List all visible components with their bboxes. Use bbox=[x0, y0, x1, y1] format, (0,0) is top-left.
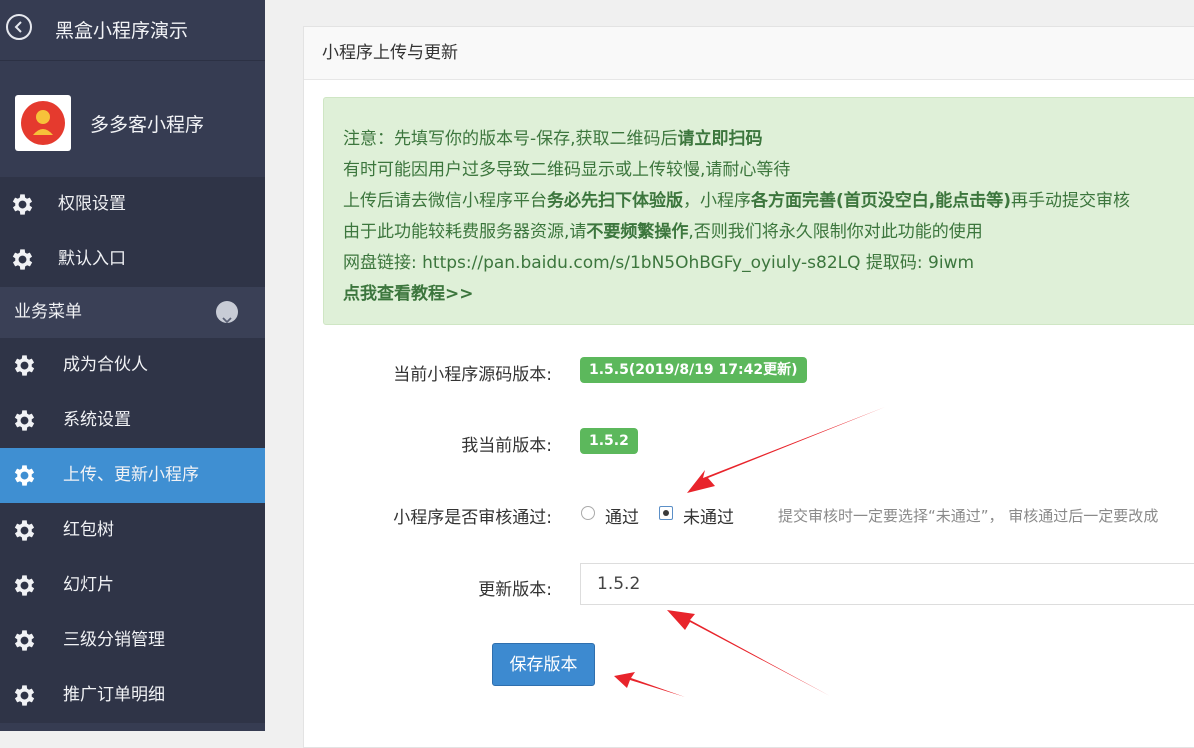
sidebar-item-label: 权限设置 bbox=[58, 194, 126, 214]
sidebar-group-business[interactable]: 业务菜单 bbox=[0, 287, 265, 338]
notice-line: 有时可能因用户过多导致二维码显示或上传较慢,请耐心等待 bbox=[343, 160, 791, 180]
audit-hint: 提交审核时一定要选择“未通过”， 审核通过后一定要改成 bbox=[778, 507, 1159, 525]
sidebar-group-label: 业务菜单 bbox=[14, 302, 82, 322]
audit-pass-label[interactable]: 通过 bbox=[605, 503, 639, 528]
netdisk-link[interactable]: 网盘链接: https://pan.baidu.com/s/1bN5OhBGFy… bbox=[343, 248, 974, 273]
panel-title: 小程序上传与更新 bbox=[304, 27, 1194, 80]
gear-icon bbox=[14, 685, 35, 706]
sidebar: 黑盒小程序演示 多多客小程序 权限设置 默认入口 业务菜单 成为合伙人 系统设置… bbox=[0, 0, 265, 731]
source-version-label: 当前小程序源码版本: bbox=[393, 365, 552, 385]
sidebar-item-partner[interactable]: 成为合伙人 bbox=[0, 338, 265, 393]
gear-icon bbox=[14, 410, 35, 431]
back-icon[interactable] bbox=[6, 14, 32, 40]
sidebar-item-label: 推广订单明细 bbox=[63, 685, 165, 705]
sidebar-item-upload-update[interactable]: 上传、更新小程序 bbox=[0, 448, 265, 503]
sidebar-item-system-settings[interactable]: 系统设置 bbox=[0, 393, 265, 448]
gear-icon bbox=[14, 575, 35, 596]
gear-icon bbox=[12, 249, 33, 270]
my-version-badge: 1.5.2 bbox=[580, 428, 638, 454]
update-version-label: 更新版本: bbox=[478, 580, 552, 600]
shop-logo bbox=[15, 95, 71, 151]
sidebar-item-label: 幻灯片 bbox=[63, 575, 114, 595]
notice-box: 注意：先填写你的版本号-保存,获取二维码后请立即扫码 有时可能因用户过多导致二维… bbox=[323, 97, 1194, 325]
save-version-button[interactable]: 保存版本 bbox=[492, 643, 595, 686]
audit-fail-label[interactable]: 未通过 bbox=[683, 503, 734, 528]
sidebar-item-label: 系统设置 bbox=[63, 410, 131, 430]
audit-fail-radio[interactable] bbox=[659, 506, 673, 520]
sidebar-item-label: 红包树 bbox=[63, 520, 114, 540]
audit-label: 小程序是否审核通过: bbox=[393, 508, 552, 528]
sidebar-item-permissions[interactable]: 权限设置 bbox=[0, 177, 265, 232]
audit-pass-radio[interactable] bbox=[581, 506, 595, 520]
chevron-down-icon bbox=[216, 301, 238, 324]
gear-icon bbox=[14, 630, 35, 651]
sidebar-item-red-packet-tree[interactable]: 红包树 bbox=[0, 503, 265, 558]
gear-icon bbox=[14, 520, 35, 541]
app-header: 黑盒小程序演示 bbox=[0, 0, 265, 61]
app-title: 黑盒小程序演示 bbox=[55, 20, 189, 42]
sidebar-item-promo-orders[interactable]: 推广订单明细 bbox=[0, 668, 265, 723]
sidebar-menu: 权限设置 默认入口 业务菜单 成为合伙人 系统设置 上传、更新小程序 红包树 幻… bbox=[0, 177, 265, 723]
sidebar-item-distribution[interactable]: 三级分销管理 bbox=[0, 613, 265, 668]
notice-line: 由于此功能较耗费服务器资源,请不要频繁操作,否则我们将永久限制你对此功能的使用 bbox=[343, 222, 983, 242]
shop-profile: 多多客小程序 bbox=[0, 64, 265, 177]
sidebar-item-label: 上传、更新小程序 bbox=[63, 465, 199, 485]
gear-icon bbox=[12, 194, 33, 215]
sidebar-item-default-entry[interactable]: 默认入口 bbox=[0, 232, 265, 287]
gear-icon bbox=[14, 465, 35, 486]
sidebar-item-label: 成为合伙人 bbox=[63, 355, 148, 375]
upload-panel: 小程序上传与更新 注意：先填写你的版本号-保存,获取二维码后请立即扫码 有时可能… bbox=[303, 26, 1194, 748]
notice-line: 上传后请去微信小程序平台务必先扫下体验版，小程序各方面完善(首页没空白,能点击等… bbox=[343, 191, 1130, 211]
notice-line: 注意：先填写你的版本号-保存,获取二维码后请立即扫码 bbox=[343, 129, 763, 149]
source-version-badge: 1.5.5(2019/8/19 17:42更新) bbox=[580, 357, 807, 383]
main-content: 小程序上传与更新 注意：先填写你的版本号-保存,获取二维码后请立即扫码 有时可能… bbox=[265, 0, 1194, 748]
sidebar-item-label: 默认入口 bbox=[58, 249, 126, 269]
sidebar-item-label: 三级分销管理 bbox=[63, 630, 165, 650]
gear-icon bbox=[14, 355, 35, 376]
shop-name: 多多客小程序 bbox=[90, 114, 205, 136]
tutorial-link[interactable]: 点我查看教程>> bbox=[343, 279, 474, 304]
sidebar-item-slideshow[interactable]: 幻灯片 bbox=[0, 558, 265, 613]
my-version-label: 我当前版本: bbox=[461, 436, 552, 456]
update-version-input[interactable]: 1.5.2 bbox=[580, 563, 1194, 605]
